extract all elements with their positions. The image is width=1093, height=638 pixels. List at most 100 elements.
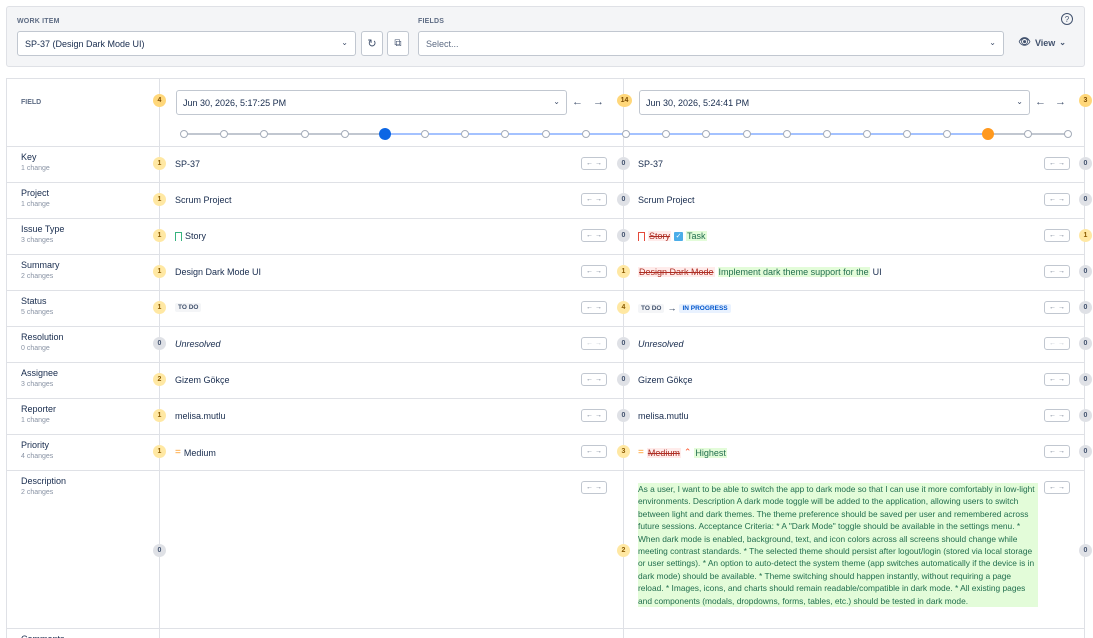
left-step-buttons[interactable]: ← → [581, 301, 607, 314]
field-row-key: Key 1 change 1 0 0 ← → ← → SP-37 SP-37 [7, 147, 1092, 183]
field-name: Resolution [21, 332, 64, 342]
right-step-buttons[interactable]: ← → [1044, 157, 1070, 170]
left-step-buttons[interactable]: ← → [581, 337, 607, 350]
left-change-badge: 1 [153, 229, 166, 242]
timeline-point[interactable] [300, 130, 309, 138]
right-change-badge: 0 [617, 229, 630, 242]
timeline-point[interactable] [863, 130, 872, 138]
refresh-button[interactable]: ↻ [361, 31, 383, 56]
timeline-point[interactable] [662, 130, 671, 138]
field-row-reporter: Reporter 1 change 1 0 0 ← → ← → melisa.mutlu mel… [7, 399, 1092, 435]
left-prev-arrow[interactable]: ← [572, 96, 583, 108]
field-value: Gizem Gökçe [638, 375, 693, 385]
left-change-badge: 1 [153, 301, 166, 314]
left-date-select[interactable]: Jun 30, 2026, 5:17:25 PM ⌄ [176, 90, 567, 115]
field-change-count: 1 change [21, 165, 50, 172]
left-value: Design Dark Mode UI [175, 267, 261, 277]
left-step-buttons[interactable]: ← → [581, 157, 607, 170]
right-step-buttons[interactable]: ← → [1044, 337, 1070, 350]
left-step-buttons[interactable]: ← → [581, 373, 607, 386]
right-change-badge: 0 [617, 157, 630, 170]
work-item-label: WORK ITEM [17, 18, 60, 25]
timeline-left-handle[interactable] [378, 128, 391, 140]
timeline-point[interactable] [702, 130, 711, 138]
field-change-count: 3 changes [21, 381, 54, 388]
left-step-buttons[interactable]: ← → [581, 193, 607, 206]
right-step-buttons[interactable]: ← → [1044, 229, 1070, 242]
right-step-buttons[interactable]: ← → [1044, 409, 1070, 422]
left-step-buttons[interactable]: ← → [581, 229, 607, 242]
timeline-point[interactable] [742, 130, 751, 138]
left-value: Story [175, 231, 206, 241]
help-icon[interactable]: ? [1061, 13, 1073, 25]
field-row-project: Project 1 change 1 0 0 ← → ← → Scrum Project Scr… [7, 183, 1092, 219]
external-link-icon: ⧉ [394, 38, 402, 49]
timeline-point[interactable] [622, 130, 630, 138]
left-change-badge: 0 [153, 544, 166, 557]
right-date-value: Jun 30, 2026, 5:24:41 PM [646, 97, 750, 108]
left-step-buttons[interactable]: ← → [581, 445, 607, 458]
left-change-badge: 1 [153, 265, 166, 278]
field-value: Scrum Project [175, 195, 232, 205]
field-change-count: 0 change [21, 345, 50, 352]
right-change-badge: 0 [617, 409, 630, 422]
field-name: Status [21, 296, 47, 306]
right-change-badge: 4 [617, 301, 630, 314]
timeline-selected-range [384, 133, 988, 135]
view-button[interactable]: 👁 View ⌄ [1018, 37, 1066, 48]
timeline-right-handle[interactable] [981, 128, 994, 140]
open-external-button[interactable]: ⧉ [387, 31, 409, 56]
chevron-down-icon: ⌄ [553, 97, 560, 106]
timeline-point[interactable] [180, 130, 188, 138]
field-row-issue-type: Issue Type 3 changes 1 0 1 ← → ← → Story Story ✓ T… [7, 219, 1092, 255]
right-date-select[interactable]: Jun 30, 2026, 5:24:41 PM ⌄ [639, 90, 1030, 115]
left-next-arrow[interactable]: → [593, 96, 604, 108]
right-step-buttons[interactable]: ← → [1044, 265, 1070, 278]
right-next-arrow[interactable]: → [1055, 96, 1066, 108]
field-row-description: Description 2 changes 0 2 0 ← → ← → As a user, … [7, 471, 1092, 629]
timeline-point[interactable] [421, 130, 430, 138]
timeline-point[interactable] [1064, 130, 1072, 138]
left-change-badge: 0 [153, 337, 166, 350]
chevron-down-icon: ⌄ [341, 38, 348, 47]
left-change-badge: 1 [153, 157, 166, 170]
field-name: Summary [21, 260, 60, 270]
right-prev-arrow[interactable]: ← [1035, 96, 1046, 108]
right-step-buttons[interactable]: ← → [1044, 193, 1070, 206]
status-lozenge: TO DO [175, 303, 202, 312]
timeline-point[interactable] [501, 130, 510, 138]
timeline-point[interactable] [581, 130, 590, 138]
added-value: Implement dark theme support for the [717, 267, 870, 277]
right-step-buttons[interactable]: ← → [1044, 373, 1070, 386]
priority-medium-icon: = [175, 447, 181, 458]
version-timeline[interactable] [180, 128, 1072, 140]
left-value: Scrum Project [175, 195, 232, 205]
timeline-point[interactable] [1023, 130, 1032, 138]
right-step-buttons[interactable]: ← → [1044, 301, 1070, 314]
removed-value: Medium [646, 447, 681, 458]
history-table: FIELD 4 Jun 30, 2026, 5:17:25 PM ⌄ ← → 1… [6, 78, 1092, 638]
timeline-point[interactable] [541, 130, 550, 138]
right-change-badge: 0 [617, 193, 630, 206]
field-value: Gizem Gökçe [175, 375, 230, 385]
timeline-point[interactable] [220, 130, 229, 138]
timeline-point[interactable] [943, 130, 952, 138]
right-step-buttons[interactable]: ← → [1044, 481, 1070, 494]
timeline-point[interactable] [782, 130, 791, 138]
work-item-select[interactable]: SP-37 (Design Dark Mode UI) ⌄ [17, 31, 356, 56]
field-name: Key [21, 152, 37, 162]
fields-select[interactable]: Select... ⌄ [418, 31, 1004, 56]
timeline-point[interactable] [822, 130, 831, 138]
timeline-point[interactable] [903, 130, 912, 138]
after-change-badge: 0 [1079, 337, 1092, 350]
left-step-buttons[interactable]: ← → [581, 409, 607, 422]
filter-panel: WORK ITEM SP-37 (Design Dark Mode UI) ⌄ … [6, 6, 1085, 67]
left-change-badge: 1 [153, 193, 166, 206]
left-step-buttons[interactable]: ← → [581, 265, 607, 278]
timeline-point[interactable] [340, 130, 349, 138]
right-step-buttons[interactable]: ← → [1044, 445, 1070, 458]
timeline-point[interactable] [461, 130, 470, 138]
timeline-point[interactable] [260, 130, 269, 138]
chevron-down-icon: ⌄ [1016, 97, 1023, 106]
left-step-buttons[interactable]: ← → [581, 481, 607, 494]
